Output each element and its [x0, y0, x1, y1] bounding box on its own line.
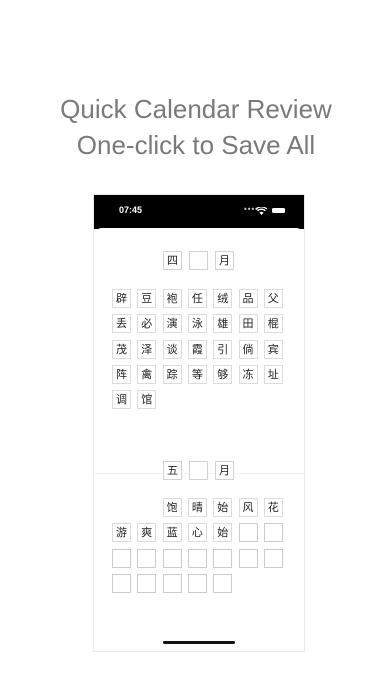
day-character-cell[interactable]: 任 [187, 289, 207, 308]
day-character-cell[interactable]: 始 [213, 498, 233, 517]
day-character-cell[interactable]: 宾 [263, 339, 283, 359]
day-character-cell[interactable]: 等 [187, 364, 207, 384]
day-character-cell[interactable]: 心 [187, 523, 207, 543]
day-character-cell[interactable]: 引 [213, 339, 233, 359]
day-character-cell[interactable]: 品 [238, 289, 258, 308]
home-indicator[interactable] [163, 641, 235, 644]
empty-day-cell[interactable] [263, 523, 283, 543]
day-character-cell[interactable]: 丢 [112, 314, 131, 334]
empty-day-cell[interactable] [187, 548, 207, 568]
day-character-cell[interactable]: 始 [213, 523, 233, 543]
month-header-cell[interactable] [189, 461, 208, 480]
day-character-cell[interactable]: 调 [112, 390, 131, 410]
month-header-cell[interactable]: 五 [163, 461, 182, 480]
empty-day-cell[interactable] [137, 548, 157, 568]
day-character-cell[interactable]: 游 [112, 523, 131, 543]
day-character-cell[interactable]: 泳 [187, 314, 207, 334]
empty-day-cell[interactable] [238, 548, 258, 568]
wifi-icon [256, 207, 267, 215]
month-header-cell[interactable]: 月 [215, 461, 234, 480]
day-character-cell[interactable]: 踪 [162, 364, 182, 384]
battery-icon [272, 208, 285, 213]
day-character-cell[interactable]: 爽 [137, 523, 157, 543]
day-character-cell[interactable]: 棍 [263, 314, 283, 334]
empty-day-cell[interactable] [162, 573, 182, 593]
day-character-cell[interactable]: 冻 [238, 364, 258, 384]
day-character-cell[interactable]: 茂 [112, 339, 131, 359]
month-header-cell[interactable]: 四 [163, 251, 182, 270]
empty-day-cell[interactable] [187, 573, 207, 593]
day-character-cell[interactable]: 晴 [187, 498, 207, 517]
status-time: 07:45 [119, 205, 143, 215]
day-character-cell[interactable]: 倘 [238, 339, 258, 359]
day-character-cell[interactable]: 阵 [112, 364, 131, 384]
empty-day-cell[interactable] [137, 573, 157, 593]
status-bar: 07:45 •••• [94, 195, 304, 229]
empty-day-cell[interactable] [112, 548, 131, 568]
month-header-cell[interactable] [189, 251, 208, 270]
month-header-cell[interactable]: 月 [215, 251, 234, 270]
phone-mockup: 07:45 •••• 四月辟豆袍任绒品父丢必演泳雄田棍茂泽谈霞引倘宾阵禽踪等够冻… [94, 195, 304, 651]
empty-day-cell[interactable] [263, 548, 283, 568]
day-character-cell[interactable]: 禽 [137, 364, 157, 384]
calendar-sheet[interactable]: 四月辟豆袍任绒品父丢必演泳雄田棍茂泽谈霞引倘宾阵禽踪等够冻址调馆 五月饱晴始风花… [94, 228, 304, 651]
empty-day-cell[interactable] [112, 573, 131, 593]
day-character-cell[interactable]: 父 [263, 289, 283, 308]
day-character-cell[interactable]: 谈 [162, 339, 182, 359]
day-character-cell[interactable]: 豆 [137, 289, 157, 308]
day-character-cell[interactable]: 必 [137, 314, 157, 334]
day-character-cell[interactable]: 址 [263, 364, 283, 384]
day-character-cell[interactable]: 演 [162, 314, 182, 334]
day-character-cell[interactable]: 饱 [162, 498, 182, 517]
day-character-cell[interactable]: 蓝 [162, 523, 182, 543]
day-character-cell[interactable]: 雄 [213, 314, 233, 334]
empty-day-cell[interactable] [238, 523, 258, 543]
day-character-cell[interactable]: 花 [263, 498, 283, 517]
headline-line-1: Quick Calendar Review [60, 94, 332, 124]
empty-day-cell[interactable] [213, 573, 233, 593]
empty-day-cell[interactable] [162, 548, 182, 568]
day-character-cell[interactable]: 袍 [162, 289, 182, 308]
day-character-cell[interactable]: 馆 [137, 390, 157, 410]
day-character-cell[interactable]: 辟 [112, 289, 131, 308]
day-character-cell[interactable]: 绒 [213, 289, 233, 308]
empty-day-cell[interactable] [213, 548, 233, 568]
day-character-cell[interactable]: 够 [213, 364, 233, 384]
day-character-cell[interactable]: 霞 [187, 339, 207, 359]
day-character-cell[interactable]: 泽 [137, 339, 157, 359]
day-character-cell[interactable]: 风 [238, 498, 258, 517]
headline-line-2: One-click to Save All [76, 130, 316, 160]
day-character-cell[interactable]: 田 [238, 314, 258, 334]
